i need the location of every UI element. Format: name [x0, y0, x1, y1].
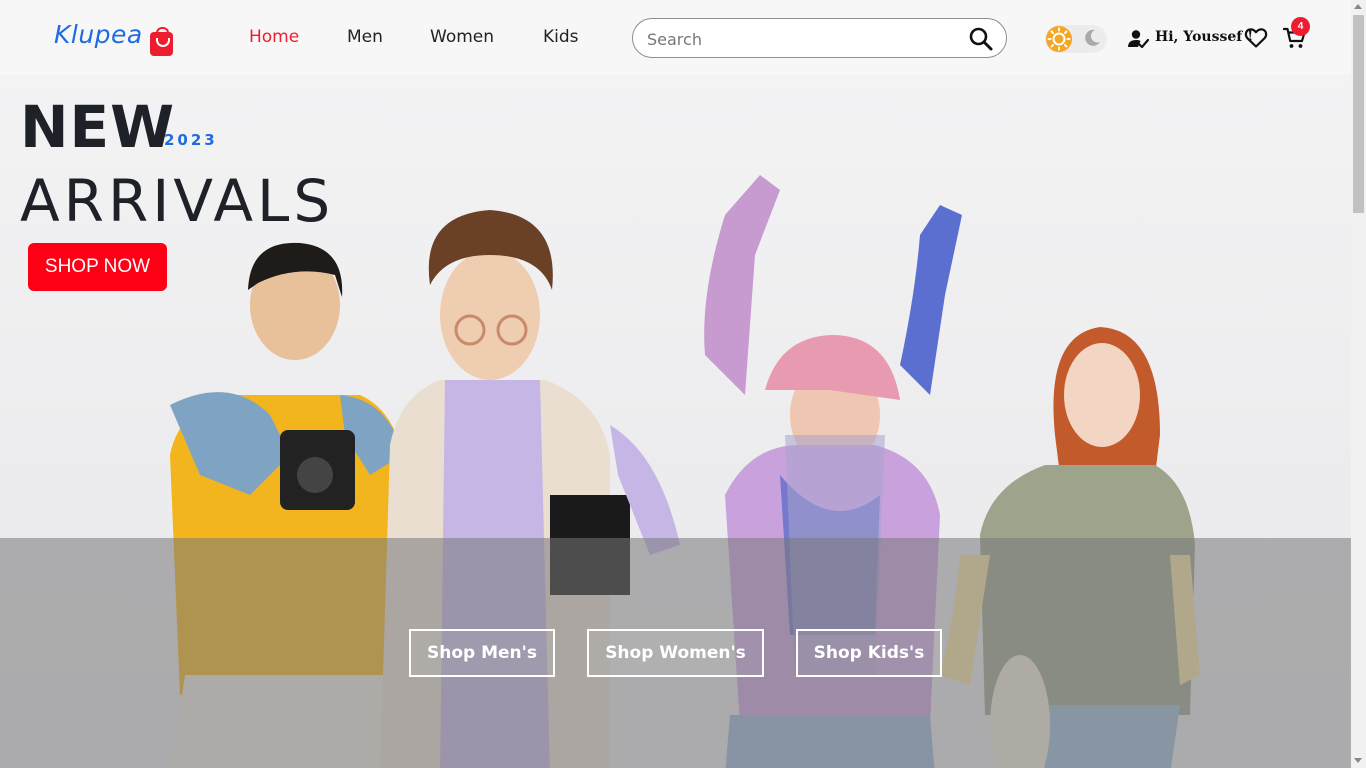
shop-now-button[interactable]: SHOP NOW	[28, 243, 167, 291]
brand-logo[interactable]: Klupea	[54, 20, 173, 60]
category-overlay: Shop Men's Shop Women's Shop Kids's	[0, 538, 1351, 768]
search-bar	[632, 18, 1007, 58]
moon-icon[interactable]	[1081, 27, 1103, 49]
cart-count-badge: 4	[1291, 17, 1310, 36]
nav-item-kids[interactable]: Kids	[543, 27, 579, 47]
scroll-thumb[interactable]	[1353, 15, 1364, 213]
site-header: Klupea Home Men Women Kids Search Hi, Yo…	[0, 0, 1351, 75]
nav-item-men[interactable]: Men	[347, 27, 383, 47]
shop-kids-button[interactable]: Shop Kids's	[796, 629, 942, 677]
shop-women-button[interactable]: Shop Women's	[587, 629, 764, 677]
page-scrollbar[interactable]	[1351, 0, 1366, 768]
hero-title-new: NEW	[20, 93, 176, 161]
shopping-bag-icon	[150, 27, 173, 56]
shop-men-button[interactable]: Shop Men's	[409, 629, 555, 677]
search-input[interactable]	[647, 28, 967, 50]
hero-year: 2023	[164, 131, 218, 149]
scroll-down-arrow-icon[interactable]	[1354, 758, 1362, 763]
user-check-icon[interactable]	[1127, 28, 1149, 50]
hero-banner: NEW 2023 ARRIVALS SHOP NOW Shop Men's Sh…	[0, 75, 1351, 768]
scroll-up-arrow-icon[interactable]	[1354, 4, 1362, 9]
hero-title-arrivals: ARRIVALS	[20, 167, 335, 235]
nav-item-home[interactable]: Home	[249, 27, 299, 47]
heart-icon[interactable]	[1244, 26, 1268, 50]
sun-icon[interactable]	[1044, 24, 1074, 54]
brand-name: Klupea	[54, 20, 143, 49]
search-icon[interactable]	[968, 26, 994, 52]
user-greeting[interactable]: Hi, Youssef !	[1155, 29, 1253, 45]
nav-item-women[interactable]: Women	[430, 27, 494, 47]
theme-toggle[interactable]	[1045, 25, 1107, 53]
